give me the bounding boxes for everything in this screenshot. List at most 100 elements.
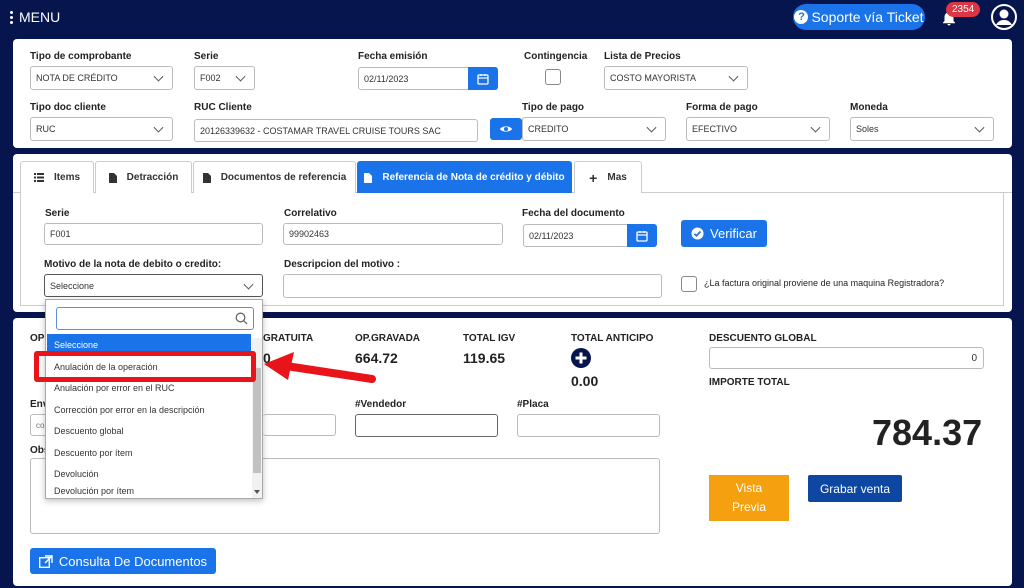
search-icon <box>235 312 248 325</box>
tab-referencia-label: Referencia de Nota de crédito y débito <box>382 172 565 183</box>
anticipo-value: 0.00 <box>571 373 599 389</box>
descripcion-motivo-textarea[interactable] <box>283 274 662 298</box>
fecha-documento-input[interactable]: 02/11/2023 <box>523 224 628 247</box>
document-icon <box>202 172 211 183</box>
op-partial-label: OP <box>30 333 45 344</box>
descuento-global-input[interactable]: 0 <box>709 347 984 369</box>
dropdown-option[interactable]: Descuento por ítem <box>47 442 251 463</box>
dropdown-option[interactable]: Devolución por ítem <box>47 484 251 498</box>
document-icon <box>108 172 117 183</box>
serie-select[interactable]: F002 <box>194 66 255 90</box>
descuento-global-label: DESCUENTO GLOBAL <box>709 333 817 344</box>
ref-serie-input[interactable]: F001 <box>44 223 263 245</box>
forma-pago-select[interactable]: EFECTIVO <box>686 117 830 141</box>
list-icon <box>33 173 44 182</box>
serie-label: Serie <box>194 51 219 62</box>
fecha-documento-label: Fecha del documento <box>522 208 625 219</box>
tipo-comprobante-select[interactable]: NOTA DE CRÉDITO <box>30 66 173 90</box>
correlativo-input[interactable]: 99902463 <box>283 223 503 245</box>
calendar-button[interactable] <box>468 67 498 90</box>
view-client-button[interactable] <box>490 118 522 140</box>
vendedor-input[interactable] <box>355 414 498 437</box>
contingencia-label: Contingencia <box>524 51 588 62</box>
tab-detraccion-label: Detracción <box>126 172 179 183</box>
top-bar: MENU ? Soporte vía Ticket 2354 <box>0 0 1024 35</box>
document-icon <box>364 172 373 183</box>
calendar-icon <box>636 230 648 242</box>
igv-label: TOTAL IGV <box>463 333 516 344</box>
importe-total-label: IMPORTE TOTAL <box>709 377 790 388</box>
calendar-icon <box>477 73 489 85</box>
calendar-button[interactable] <box>627 224 657 247</box>
question-icon: ? <box>794 10 809 24</box>
ruc-cliente-input[interactable]: 20126339632 - COSTAMAR TRAVEL CRUISE TOU… <box>194 119 478 142</box>
notification-badge: 2354 <box>946 2 981 17</box>
placa-input[interactable] <box>517 414 660 437</box>
gravada-label: OP.GRAVADA <box>355 333 421 344</box>
ruc-cliente-label: RUC Cliente <box>194 102 252 113</box>
consulta-documentos-button[interactable]: Consulta De Documentos <box>30 548 216 574</box>
plus-icon: + <box>589 169 598 186</box>
check-circle-icon <box>691 227 704 240</box>
menu-label: MENU <box>19 9 61 25</box>
tab-mas-label: Mas <box>607 172 627 183</box>
tab-detraccion[interactable]: Detracción <box>95 161 192 193</box>
vista-line1: Vista <box>735 481 763 495</box>
placa-label: #Placa <box>517 399 549 410</box>
tab-items[interactable]: Items <box>20 161 94 193</box>
ref-serie-label: Serie <box>45 208 70 219</box>
tab-items-label: Items <box>53 172 81 183</box>
fecha-emision-input[interactable]: 02/11/2023 <box>358 67 469 90</box>
correlativo-label: Correlativo <box>284 208 337 219</box>
eye-icon <box>500 126 512 132</box>
verify-button[interactable]: Verificar <box>681 220 767 247</box>
igv-value: 119.65 <box>463 350 506 366</box>
tab-documentos-referencia[interactable]: Documentos de referencia <box>193 161 356 193</box>
gratuita-label: GRATUITA <box>263 333 314 344</box>
anticipo-label: TOTAL ANTICIPO <box>571 333 654 344</box>
support-label: Soporte vía Ticket <box>811 9 924 25</box>
moneda-select[interactable]: Soles <box>850 117 994 141</box>
menu-button[interactable]: MENU <box>10 9 60 25</box>
user-avatar-icon[interactable] <box>991 4 1017 30</box>
support-ticket-button[interactable]: ? Soporte vía Ticket <box>793 4 925 30</box>
highlight-box <box>34 351 256 382</box>
vista-line2: Previa <box>731 500 766 514</box>
descripcion-motivo-label: Descripcion del motivo : <box>284 259 401 270</box>
tab-referencia-nota[interactable]: Referencia de Nota de crédito y débito <box>357 161 572 193</box>
lista-precios-select[interactable]: COSTO MAYORISTA <box>604 66 748 90</box>
tipo-doc-cliente-select[interactable]: RUC <box>30 117 173 141</box>
lista-precios-label: Lista de Precios <box>604 51 681 62</box>
forma-pago-label: Forma de pago <box>686 102 758 113</box>
vista-previa-button[interactable]: Vista Previa <box>709 475 789 521</box>
tab-documentos-label: Documentos de referencia <box>220 172 347 183</box>
tipo-pago-label: Tipo de pago <box>522 102 585 113</box>
motivo-select[interactable]: Seleccione <box>44 274 263 297</box>
env-input-tail[interactable] <box>263 414 336 436</box>
add-anticipo-icon[interactable] <box>571 348 591 368</box>
registradora-label: ¿La factura original proviene de una maq… <box>704 278 945 288</box>
scroll-down-icon[interactable] <box>254 490 260 494</box>
dropdown-search-input[interactable] <box>56 307 254 330</box>
dropdown-option[interactable]: Descuento global <box>47 420 251 441</box>
dropdown-option[interactable]: Corrección por error en la descripción <box>47 399 251 420</box>
motivo-label: Motivo de la nota de debito o credito: <box>44 259 222 270</box>
kebab-icon <box>10 10 13 24</box>
verify-label: Verificar <box>710 226 757 241</box>
vendedor-label: #Vendedor <box>355 399 407 410</box>
motivo-dropdown: Seleccione Anulación de la operación Anu… <box>45 299 263 499</box>
grabar-venta-button[interactable]: Grabar venta <box>808 475 902 502</box>
tab-mas[interactable]: + Mas <box>574 161 642 193</box>
tipo-pago-select[interactable]: CREDITO <box>522 117 666 141</box>
moneda-label: Moneda <box>850 102 888 113</box>
dropdown-option[interactable]: Devolución <box>47 463 251 484</box>
registradora-checkbox[interactable] <box>681 276 697 292</box>
tipo-doc-cliente-label: Tipo doc cliente <box>30 102 106 113</box>
pointer-arrow-icon <box>264 352 376 383</box>
tipo-comprobante-label: Tipo de comprobante <box>30 51 132 62</box>
contingencia-checkbox[interactable] <box>545 69 561 85</box>
external-link-icon <box>38 554 53 568</box>
consulta-label: Consulta De Documentos <box>58 553 208 569</box>
importe-total-value: 784.37 <box>872 412 983 453</box>
fecha-emision-label: Fecha emisión <box>358 51 428 62</box>
